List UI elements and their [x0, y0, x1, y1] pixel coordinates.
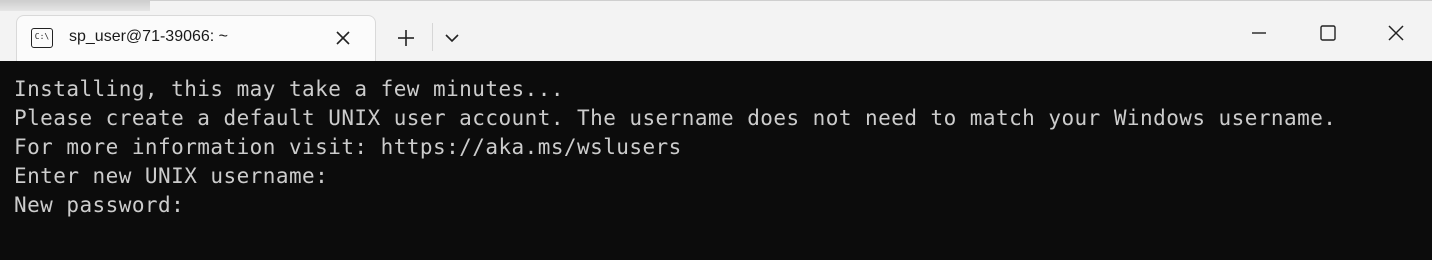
profile-dropdown-button[interactable]: [440, 25, 464, 51]
terminal-line: Installing, this may take a few minutes.…: [14, 77, 564, 101]
close-icon: [336, 31, 350, 45]
minimize-button[interactable]: [1245, 19, 1273, 47]
tab-close-button[interactable]: [332, 27, 354, 49]
title-bar[interactable]: C:\ sp_user@71-39066: ~: [0, 0, 1432, 63]
toolbar-divider: [432, 23, 433, 51]
maximize-button[interactable]: [1313, 19, 1341, 47]
terminal-output[interactable]: Installing, this may take a few minutes.…: [0, 61, 1432, 260]
terminal-line: For more information visit: https://aka.…: [14, 135, 682, 159]
tab-terminal[interactable]: C:\ sp_user@71-39066: ~: [16, 15, 376, 63]
chevron-down-icon: [445, 34, 459, 43]
close-icon: [1388, 25, 1404, 41]
minimize-icon: [1252, 32, 1266, 34]
terminal-line: Enter new UNIX username:: [14, 164, 329, 188]
new-tab-button[interactable]: [393, 25, 419, 51]
tab-title: sp_user@71-39066: ~: [69, 28, 229, 45]
terminal-window: C:\ sp_user@71-39066: ~ Installing, this…: [0, 0, 1432, 260]
terminal-line: Please create a default UNIX user accoun…: [14, 106, 1337, 130]
terminal-line: New password:: [14, 193, 185, 217]
desktop-background: [0, 1, 150, 11]
close-window-button[interactable]: [1382, 19, 1410, 47]
maximize-icon: [1320, 25, 1336, 41]
plus-icon: [398, 30, 414, 46]
terminal-icon: C:\: [31, 28, 53, 48]
